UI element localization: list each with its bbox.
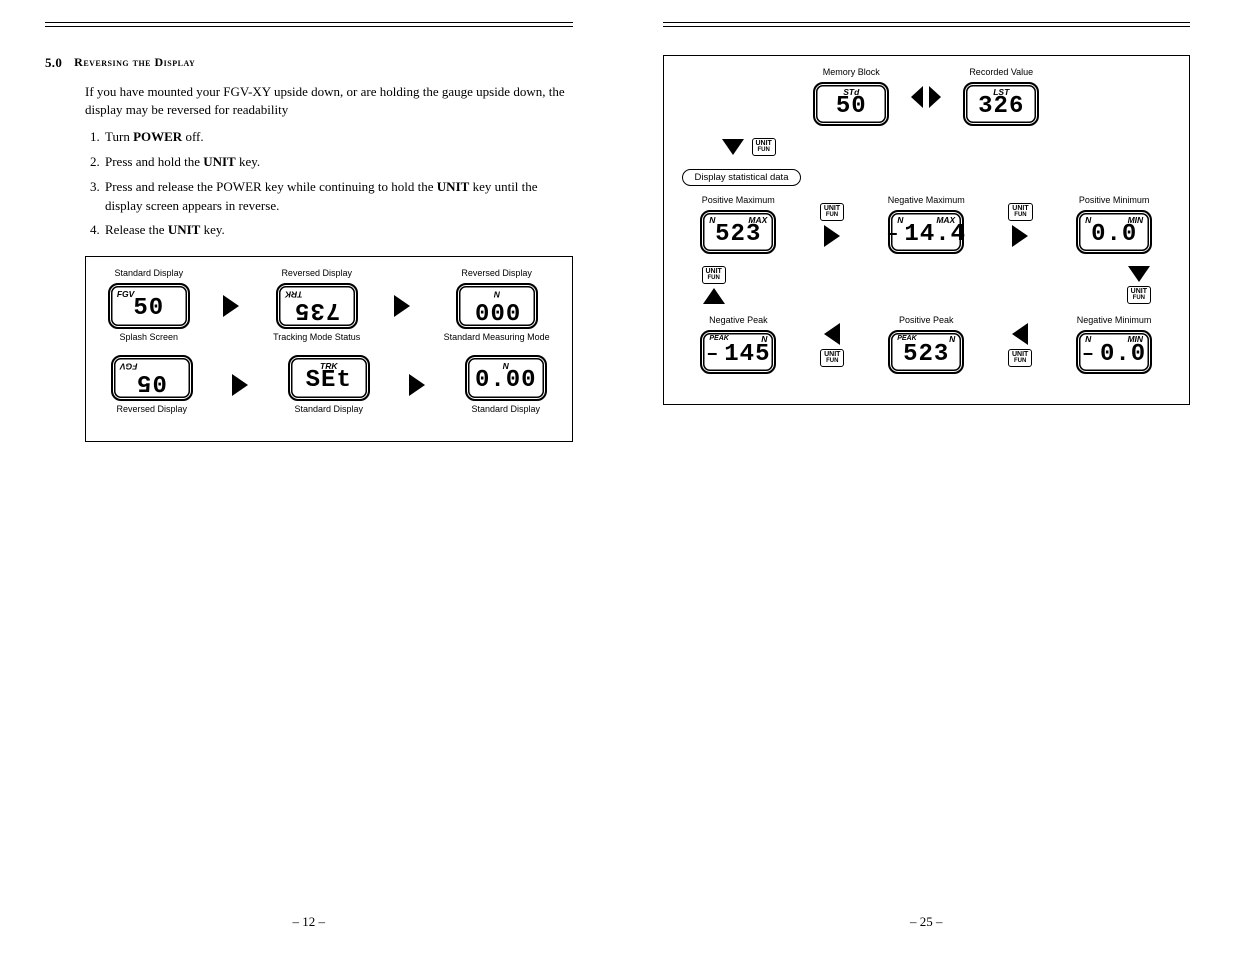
arrow-left-icon	[824, 323, 840, 345]
arrow-down-icon	[1128, 266, 1150, 282]
arrow-down-icon	[722, 139, 744, 155]
screen-neg-max: Negative Maximum NMAX –14.4	[888, 196, 965, 254]
arrow-right-icon	[394, 295, 410, 317]
screen-reversed-fgv: FGV 05 Reversed Display	[111, 355, 193, 415]
arrow-up-icon	[703, 288, 725, 304]
vertical-connectors: UNITFUN UNITFUN	[682, 266, 1172, 304]
arrow-right-icon	[824, 225, 840, 247]
screen-pos-peak: Positive Peak PEAKN 523	[888, 316, 964, 374]
arrow-left-icon	[1012, 323, 1028, 345]
unit-arrow-stack: UNITFUN	[820, 203, 844, 247]
stat-label-row: Display statistical data	[682, 168, 1172, 186]
screen-standard-set: TRK SEt Standard Display	[288, 355, 370, 415]
section-number: 5.0	[45, 55, 62, 71]
screen-recorded-value: Recorded Value LST 326	[963, 68, 1039, 126]
top-screens-row: Memory Block STd 50 Recorded Value LST 3…	[682, 68, 1172, 126]
unit-arrow-stack: UNITFUN	[1008, 203, 1032, 247]
header-rule	[663, 22, 1191, 27]
stat-label-pill: Display statistical data	[682, 169, 802, 186]
screen-neg-peak: Negative Peak PEAKN –145	[700, 316, 776, 374]
page-left: 5.0 Reversing the Display If you have mo…	[0, 0, 618, 954]
header-rule	[45, 22, 573, 27]
diagram-row-top: Standard Display FGV 50 Splash Screen Re…	[94, 269, 564, 343]
unit-button-icon: UNITFUN	[1127, 286, 1151, 304]
step-2: Press and hold the UNIT key.	[103, 153, 573, 172]
step-4: Release the UNIT key.	[103, 221, 573, 240]
screen-pos-min: Positive Minimum NMIN 0.0	[1076, 196, 1152, 254]
unit-button-icon: UNITFUN	[702, 266, 726, 284]
screen-neg-min: Negative Minimum NMIN –0.0	[1076, 316, 1152, 374]
section-title: Reversing the Display	[74, 55, 195, 71]
step-3: Press and release the POWER key while co…	[103, 178, 573, 216]
screen-standard-n: N 0.00 Standard Display	[465, 355, 547, 415]
arrow-right-icon	[232, 374, 248, 396]
arrow-right-icon	[1012, 225, 1028, 247]
unit-button-icon: UNITFUN	[1008, 203, 1032, 221]
unit-button-icon: UNIT FUN	[752, 138, 776, 156]
diagram-row-bottom: FGV 05 Reversed Display TRK SEt Standard…	[94, 355, 564, 415]
arrow-bidirectional-icon	[911, 86, 941, 108]
unit-button-icon: UNITFUN	[1008, 349, 1032, 367]
section-heading: 5.0 Reversing the Display	[45, 55, 573, 71]
step-list: Turn POWER off. Press and hold the UNIT …	[103, 128, 573, 240]
display-sequence-diagram: Standard Display FGV 50 Splash Screen Re…	[85, 256, 573, 442]
screen-pos-max: Positive Maximum NMAX 523	[700, 196, 776, 254]
arrow-right-icon	[409, 374, 425, 396]
stats-row-2: Negative Peak PEAKN –145 UNITFUN Positiv…	[682, 316, 1172, 374]
screen-reversed-n: Reversed Display N 000 Standard Measurin…	[444, 269, 550, 343]
page-number: – 25 –	[618, 914, 1235, 930]
unit-button-icon: UNITFUN	[820, 203, 844, 221]
page-number: – 12 –	[0, 914, 618, 930]
body-text: If you have mounted your FGV-XY upside d…	[85, 83, 573, 240]
intro-paragraph: If you have mounted your FGV-XY upside d…	[85, 83, 573, 118]
screen-memory-block: Memory Block STd 50	[813, 68, 889, 126]
page-right: Memory Block STd 50 Recorded Value LST 3…	[618, 0, 1235, 954]
unit-arrow-stack: UNITFUN	[820, 323, 844, 367]
statistical-data-diagram: Memory Block STd 50 Recorded Value LST 3…	[663, 55, 1191, 405]
arrow-right-icon	[223, 295, 239, 317]
screen-reversed-trk: Reversed Display TRK 735 Tracking Mode S…	[273, 269, 360, 343]
unit-arrow-stack: UNITFUN	[1008, 323, 1032, 367]
unit-button-icon: UNITFUN	[820, 349, 844, 367]
stats-row-1: Positive Maximum NMAX 523 UNITFUN Negati…	[682, 196, 1172, 254]
step-1: Turn POWER off.	[103, 128, 573, 147]
screen-standard-splash: Standard Display FGV 50 Splash Screen	[108, 269, 190, 343]
down-unit-row: UNIT FUN	[722, 138, 1172, 156]
